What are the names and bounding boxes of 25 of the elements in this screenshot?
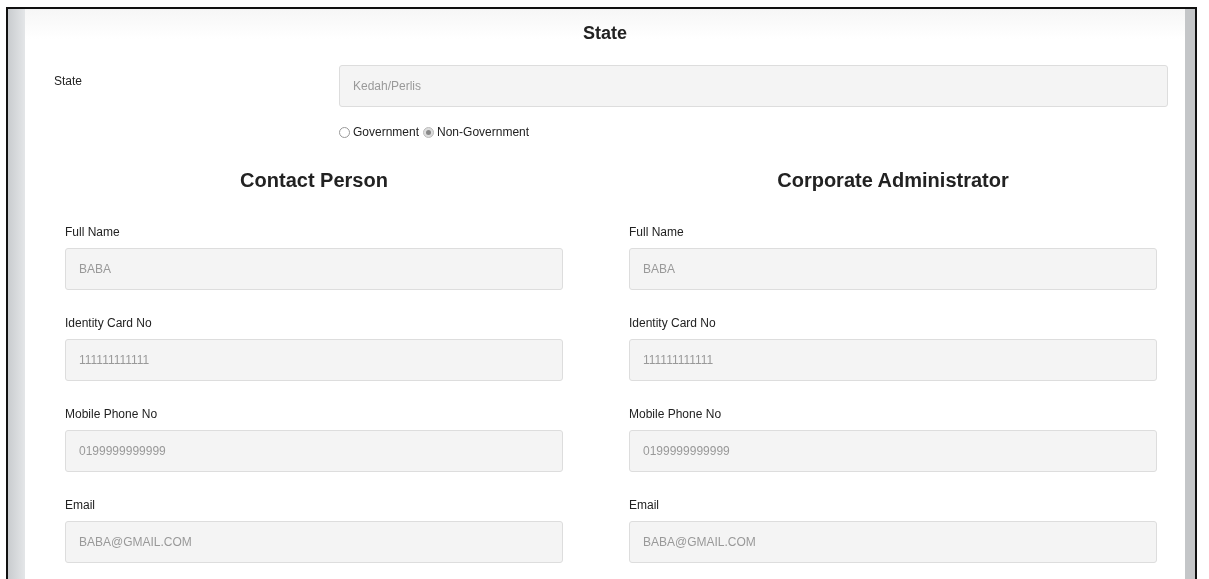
field-label: Email [629,498,660,512]
radio-icon[interactable] [423,126,435,138]
radio-option[interactable]: Non-Government [423,125,530,139]
field-label: Mobile Phone No [629,407,723,421]
section-title: State [583,23,627,44]
radio-option[interactable]: Government [339,125,420,139]
text-field[interactable]: 0199999999999 [629,430,1157,472]
field-label: Full Name [629,225,685,239]
radio-icon[interactable] [339,126,350,138]
state-field[interactable]: Kedah/Perlis [339,65,1168,107]
section-heading: Corporate Administrator [777,169,1009,192]
section-heading: Contact Person [240,169,388,192]
field-label: Identity Card No [629,316,717,330]
text-field[interactable]: 111111111111 [629,339,1157,381]
field-label: Identity Card No [65,316,153,330]
text-field[interactable]: BABA [629,248,1157,290]
text-field[interactable]: BABA [65,248,563,290]
field-label: Mobile Phone No [65,407,159,421]
field-label: State [54,73,84,90]
text-field[interactable]: BABA@GMAIL.COM [65,521,563,563]
field-label: Email [65,498,96,512]
text-field[interactable]: 0199999999999 [65,430,563,472]
text-field[interactable]: 111111111111 [65,339,563,381]
text-field[interactable]: BABA@GMAIL.COM [629,521,1157,563]
field-label: Full Name [65,225,121,239]
